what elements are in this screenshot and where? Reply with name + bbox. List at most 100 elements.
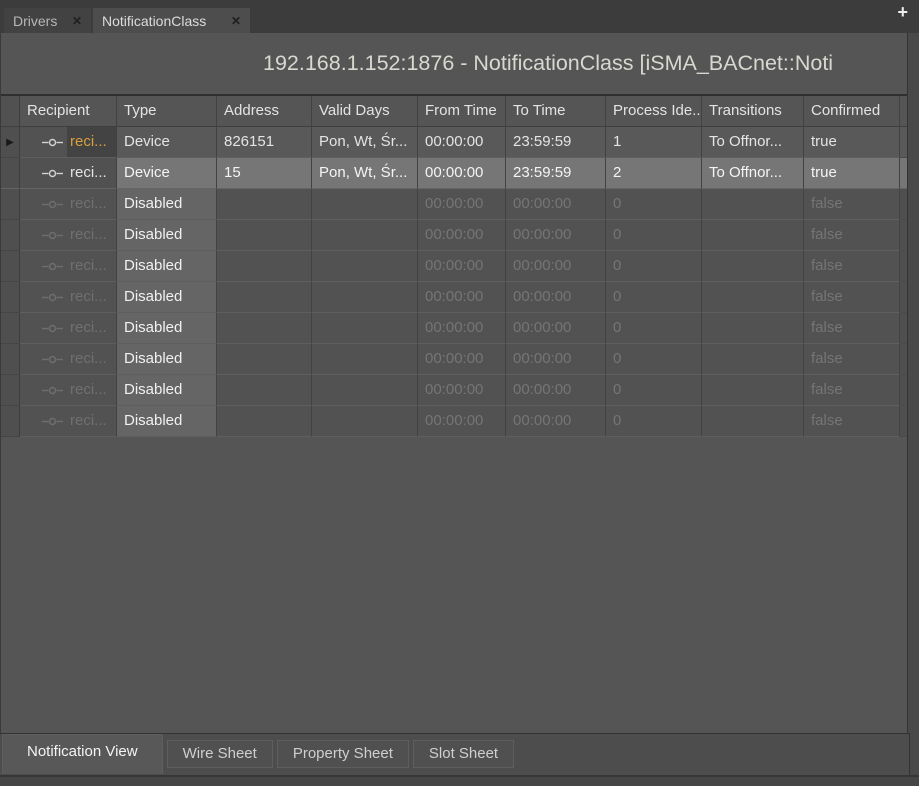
cell-process-identifier[interactable]: 0 xyxy=(606,406,702,437)
tab-slot-sheet[interactable]: Slot Sheet xyxy=(413,740,514,768)
cell-process-identifier[interactable]: 0 xyxy=(606,282,702,313)
cell-address[interactable]: 826151 xyxy=(217,127,312,158)
cell-valid-days[interactable] xyxy=(312,313,418,344)
column-header-address[interactable]: Address xyxy=(217,96,312,127)
cell-to-time[interactable]: 00:00:00 xyxy=(506,282,606,313)
cell-valid-days[interactable] xyxy=(312,189,418,220)
cell-recipient[interactable]: reci... xyxy=(20,189,117,220)
table-row-disabled[interactable]: ▶ reci... Disabled 00:00:00 00:00:00 0 f… xyxy=(1,313,907,344)
table-row-selected[interactable]: ▶ reci... Device 15 Pon, Wt, Śr... 00:00… xyxy=(1,158,907,189)
cell-from-time[interactable]: 00:00:00 xyxy=(418,313,506,344)
row-header-cell[interactable]: ▶ xyxy=(1,251,20,282)
tab-notificationclass[interactable]: NotificationClass ✕ xyxy=(93,8,250,33)
cell-process-identifier[interactable]: 0 xyxy=(606,344,702,375)
cell-to-time[interactable]: 00:00:00 xyxy=(506,313,606,344)
cell-to-time[interactable]: 00:00:00 xyxy=(506,375,606,406)
cell-valid-days[interactable] xyxy=(312,251,418,282)
cell-type[interactable]: Device xyxy=(117,158,217,189)
table-row-current[interactable]: ▶ reci... Device 826151 Pon, Wt, Śr... 0… xyxy=(1,127,907,158)
row-header-cell[interactable]: ▶ xyxy=(1,375,20,406)
cell-type[interactable]: Disabled xyxy=(117,282,217,313)
cell-type[interactable]: Disabled xyxy=(117,375,217,406)
cell-transitions[interactable] xyxy=(702,406,804,437)
cell-from-time[interactable]: 00:00:00 xyxy=(418,220,506,251)
cell-transitions[interactable] xyxy=(702,375,804,406)
cell-type[interactable]: Device xyxy=(117,127,217,158)
table-row-disabled[interactable]: ▶ reci... Disabled 00:00:00 00:00:00 0 f… xyxy=(1,189,907,220)
cell-address[interactable] xyxy=(217,220,312,251)
row-header-cell[interactable]: ▶ xyxy=(1,189,20,220)
cell-type[interactable]: Disabled xyxy=(117,344,217,375)
cell-from-time[interactable]: 00:00:00 xyxy=(418,344,506,375)
cell-from-time[interactable]: 00:00:00 xyxy=(418,189,506,220)
cell-from-time[interactable]: 00:00:00 xyxy=(418,127,506,158)
column-header-type[interactable]: Type xyxy=(117,96,217,127)
column-header-confirmed[interactable]: Confirmed xyxy=(804,96,900,127)
cell-transitions[interactable] xyxy=(702,251,804,282)
cell-from-time[interactable]: 00:00:00 xyxy=(418,406,506,437)
cell-transitions[interactable]: To Offnor... xyxy=(702,127,804,158)
cell-type[interactable]: Disabled xyxy=(117,251,217,282)
table-row-disabled[interactable]: ▶ reci... Disabled 00:00:00 00:00:00 0 f… xyxy=(1,375,907,406)
row-header-cell[interactable]: ▶ xyxy=(1,127,20,158)
row-header-cell[interactable]: ▶ xyxy=(1,313,20,344)
cell-confirmed[interactable]: false xyxy=(804,406,900,437)
cell-address[interactable] xyxy=(217,406,312,437)
cell-address[interactable] xyxy=(217,313,312,344)
cell-transitions[interactable] xyxy=(702,313,804,344)
tab-wire-sheet[interactable]: Wire Sheet xyxy=(167,740,273,768)
cell-to-time[interactable]: 00:00:00 xyxy=(506,220,606,251)
cell-address[interactable] xyxy=(217,344,312,375)
cell-confirmed[interactable]: false xyxy=(804,344,900,375)
cell-process-identifier[interactable]: 0 xyxy=(606,375,702,406)
table-row-disabled[interactable]: ▶ reci... Disabled 00:00:00 00:00:00 0 f… xyxy=(1,344,907,375)
cell-recipient[interactable]: reci... xyxy=(20,406,117,437)
cell-valid-days[interactable]: Pon, Wt, Śr... xyxy=(312,158,418,189)
cell-recipient[interactable]: reci... xyxy=(20,127,117,158)
column-header-from-time[interactable]: From Time xyxy=(418,96,506,127)
cell-transitions[interactable] xyxy=(702,282,804,313)
cell-address[interactable] xyxy=(217,251,312,282)
cell-address[interactable]: 15 xyxy=(217,158,312,189)
cell-valid-days[interactable]: Pon, Wt, Śr... xyxy=(312,127,418,158)
cell-to-time[interactable]: 23:59:59 xyxy=(506,127,606,158)
cell-from-time[interactable]: 00:00:00 xyxy=(418,282,506,313)
cell-to-time[interactable]: 00:00:00 xyxy=(506,251,606,282)
cell-confirmed[interactable]: false xyxy=(804,251,900,282)
cell-process-identifier[interactable]: 0 xyxy=(606,251,702,282)
cell-recipient[interactable]: reci... xyxy=(20,282,117,313)
grid-corner-cell[interactable] xyxy=(1,96,20,127)
cell-recipient[interactable]: reci... xyxy=(20,251,117,282)
cell-valid-days[interactable] xyxy=(312,220,418,251)
cell-to-time[interactable]: 23:59:59 xyxy=(506,158,606,189)
column-header-to-time[interactable]: To Time xyxy=(506,96,606,127)
row-header-cell[interactable]: ▶ xyxy=(1,220,20,251)
cell-to-time[interactable]: 00:00:00 xyxy=(506,406,606,437)
table-row-disabled[interactable]: ▶ reci... Disabled 00:00:00 00:00:00 0 f… xyxy=(1,220,907,251)
cell-type[interactable]: Disabled xyxy=(117,220,217,251)
cell-valid-days[interactable] xyxy=(312,344,418,375)
row-header-cell[interactable]: ▶ xyxy=(1,406,20,437)
cell-recipient[interactable]: reci... xyxy=(20,220,117,251)
cell-address[interactable] xyxy=(217,189,312,220)
cell-confirmed[interactable]: true xyxy=(804,127,900,158)
cell-recipient[interactable]: reci... xyxy=(20,375,117,406)
column-header-valid-days[interactable]: Valid Days xyxy=(312,96,418,127)
column-header-transitions[interactable]: Transitions xyxy=(702,96,804,127)
cell-confirmed[interactable]: true xyxy=(804,158,900,189)
cell-transitions[interactable] xyxy=(702,220,804,251)
cell-process-identifier[interactable]: 1 xyxy=(606,127,702,158)
row-header-cell[interactable]: ▶ xyxy=(1,158,20,189)
add-tab-button[interactable]: + xyxy=(897,2,908,23)
cell-recipient[interactable]: reci... xyxy=(20,344,117,375)
cell-valid-days[interactable] xyxy=(312,282,418,313)
close-icon[interactable]: ✕ xyxy=(72,14,82,28)
table-row-disabled[interactable]: ▶ reci... Disabled 00:00:00 00:00:00 0 f… xyxy=(1,251,907,282)
cell-to-time[interactable]: 00:00:00 xyxy=(506,344,606,375)
column-header-recipient[interactable]: Recipient xyxy=(20,96,117,127)
tab-notification-view[interactable]: Notification View xyxy=(2,734,163,774)
tab-property-sheet[interactable]: Property Sheet xyxy=(277,740,409,768)
cell-transitions[interactable]: To Offnor... xyxy=(702,158,804,189)
tab-drivers[interactable]: Drivers ✕ xyxy=(4,8,91,33)
cell-transitions[interactable] xyxy=(702,344,804,375)
